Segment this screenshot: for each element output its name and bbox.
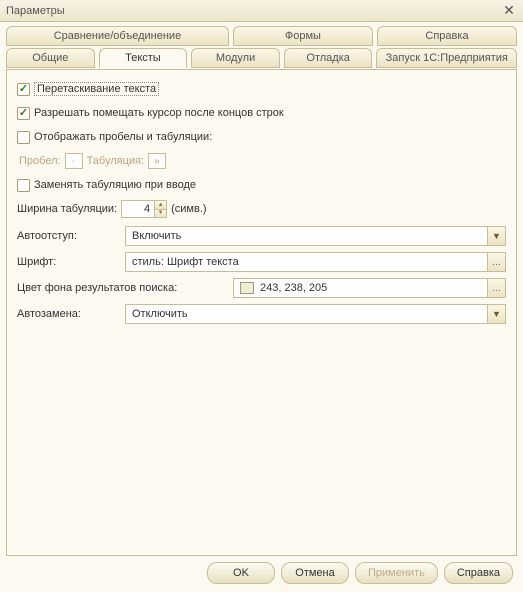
tab-panel: Перетаскивание текста Разрешать помещать…	[6, 69, 517, 556]
label-autoreplace: Автозамена:	[17, 308, 125, 320]
combo-search-bg[interactable]: 243, 238, 205 …	[233, 278, 506, 298]
combo-search-bg-value: 243, 238, 205	[260, 282, 327, 294]
spinner-up-icon[interactable]: ▲	[155, 201, 166, 210]
combo-autoindent-value: Включить	[126, 230, 487, 242]
ellipsis-button-icon[interactable]: …	[487, 279, 505, 297]
label-replace-tabs: Заменять табуляцию при вводе	[34, 179, 196, 191]
label-font: Шрифт:	[17, 256, 125, 268]
space-char-box: ·	[65, 153, 83, 169]
tab-char-box: »	[148, 153, 166, 169]
label-drag-text: Перетаскивание текста	[34, 82, 159, 96]
tab-forms[interactable]: Формы	[233, 26, 373, 46]
checkbox-cursor-after-eol[interactable]	[17, 107, 30, 120]
ok-button[interactable]: OK	[207, 562, 275, 584]
tab-width-value[interactable]: 4	[122, 201, 154, 217]
label-show-whitespace: Отображать пробелы и табуляции:	[34, 131, 212, 143]
button-bar: OK Отмена Применить Справка	[207, 562, 513, 584]
combo-font[interactable]: стиль: Шрифт текста …	[125, 252, 506, 272]
tab-row-2: Общие Тексты Модули Отладка Запуск 1С:Пр…	[6, 48, 517, 68]
title-bar: Параметры ✕	[0, 0, 523, 22]
tab-width-spinner[interactable]: 4 ▲ ▼	[121, 200, 167, 218]
label-tab-width-units: (симв.)	[171, 203, 206, 215]
window-title: Параметры	[6, 5, 65, 17]
dropdown-arrow-icon[interactable]: ▼	[487, 227, 505, 245]
tab-row-1: Сравнение/объединение Формы Справка	[6, 26, 517, 46]
label-search-bg: Цвет фона результатов поиска:	[17, 282, 233, 294]
checkbox-drag-text[interactable]	[17, 83, 30, 96]
tab-texts[interactable]: Тексты	[99, 48, 188, 68]
cancel-button[interactable]: Отмена	[281, 562, 349, 584]
spinner-down-icon[interactable]: ▼	[155, 210, 166, 218]
label-autoindent: Автоотступ:	[17, 230, 125, 242]
label-tab-width: Ширина табуляции:	[17, 203, 117, 215]
tab-launch-1c[interactable]: Запуск 1С:Предприятия	[376, 48, 517, 68]
dropdown-arrow-icon[interactable]: ▼	[487, 305, 505, 323]
label-space: Пробел:	[19, 155, 61, 167]
tab-general[interactable]: Общие	[6, 48, 95, 68]
color-swatch	[240, 282, 254, 294]
tab-debug[interactable]: Отладка	[284, 48, 373, 68]
label-cursor-after-eol: Разрешать помещать курсор после концов с…	[34, 107, 284, 119]
checkbox-show-whitespace[interactable]	[17, 131, 30, 144]
ellipsis-button-icon[interactable]: …	[487, 253, 505, 271]
content-area: Сравнение/объединение Формы Справка Общи…	[0, 22, 523, 556]
tab-modules[interactable]: Модули	[191, 48, 280, 68]
label-tab: Табуляция:	[87, 155, 145, 167]
help-button[interactable]: Справка	[444, 562, 513, 584]
checkbox-replace-tabs[interactable]	[17, 179, 30, 192]
apply-button[interactable]: Применить	[355, 562, 438, 584]
combo-font-value: стиль: Шрифт текста	[126, 256, 487, 268]
combo-autoreplace[interactable]: Отключить ▼	[125, 304, 506, 324]
close-icon[interactable]: ✕	[501, 3, 517, 19]
combo-autoreplace-value: Отключить	[126, 308, 487, 320]
tab-compare-merge[interactable]: Сравнение/объединение	[6, 26, 229, 46]
combo-autoindent[interactable]: Включить ▼	[125, 226, 506, 246]
tab-help[interactable]: Справка	[377, 26, 517, 46]
